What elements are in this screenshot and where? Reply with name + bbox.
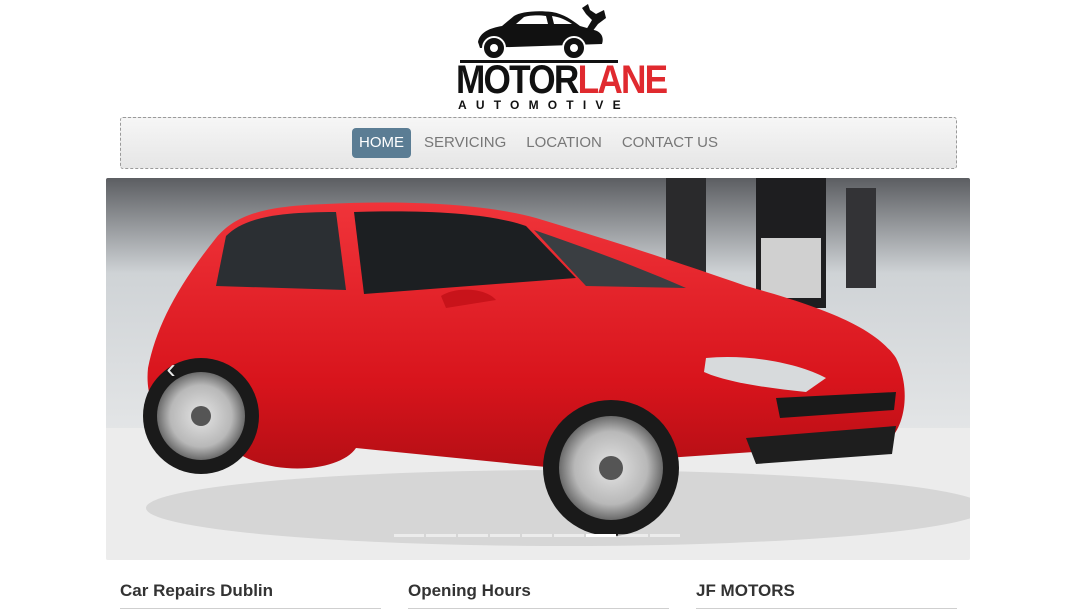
carousel-indicator[interactable] bbox=[650, 534, 680, 537]
carousel-indicators bbox=[394, 534, 680, 537]
main-navbar: HOME SERVICING LOCATION CONTACT US bbox=[120, 117, 957, 169]
logo-subtitle: AUTOMOTIVE bbox=[458, 98, 630, 112]
nav-home-link[interactable]: HOME bbox=[352, 128, 412, 158]
logo-word-red: LANE bbox=[577, 58, 669, 102]
carousel-indicator[interactable] bbox=[426, 534, 456, 537]
nav-location-link[interactable]: LOCATION bbox=[519, 128, 609, 158]
carousel-indicator-active[interactable] bbox=[586, 534, 616, 537]
column-jf-motors: JF MOTORS bbox=[696, 580, 957, 609]
carousel-indicator[interactable] bbox=[394, 534, 424, 537]
column-car-repairs: Car Repairs Dublin bbox=[120, 580, 381, 609]
carousel-indicator[interactable] bbox=[490, 534, 520, 537]
opening-hours-heading: Opening Hours bbox=[408, 581, 531, 600]
nav-servicing-link[interactable]: SERVICING bbox=[417, 128, 513, 158]
carousel-indicator[interactable] bbox=[458, 534, 488, 537]
jf-motors-heading: JF MOTORS bbox=[696, 581, 795, 600]
column-opening-hours: Opening Hours bbox=[408, 580, 669, 609]
red-hatchback-car-photo bbox=[106, 178, 970, 560]
carousel-indicator[interactable] bbox=[554, 534, 584, 537]
carousel-indicator[interactable] bbox=[618, 534, 648, 537]
chevron-left-icon[interactable]: ‹ bbox=[160, 352, 182, 386]
nav-contact-link[interactable]: CONTACT US bbox=[615, 128, 725, 158]
nav-list: HOME SERVICING LOCATION CONTACT US bbox=[121, 128, 956, 158]
car-wrench-icon bbox=[460, 4, 618, 63]
carousel-indicator[interactable] bbox=[522, 534, 552, 537]
site-logo[interactable]: MOTORLANE AUTOMOTIVE bbox=[456, 4, 668, 112]
logo-wordmark: MOTORLANE bbox=[456, 60, 668, 100]
image-carousel[interactable] bbox=[106, 178, 970, 560]
logo-word-dark: MOTOR bbox=[456, 58, 579, 102]
car-repairs-heading: Car Repairs Dublin bbox=[120, 581, 274, 600]
